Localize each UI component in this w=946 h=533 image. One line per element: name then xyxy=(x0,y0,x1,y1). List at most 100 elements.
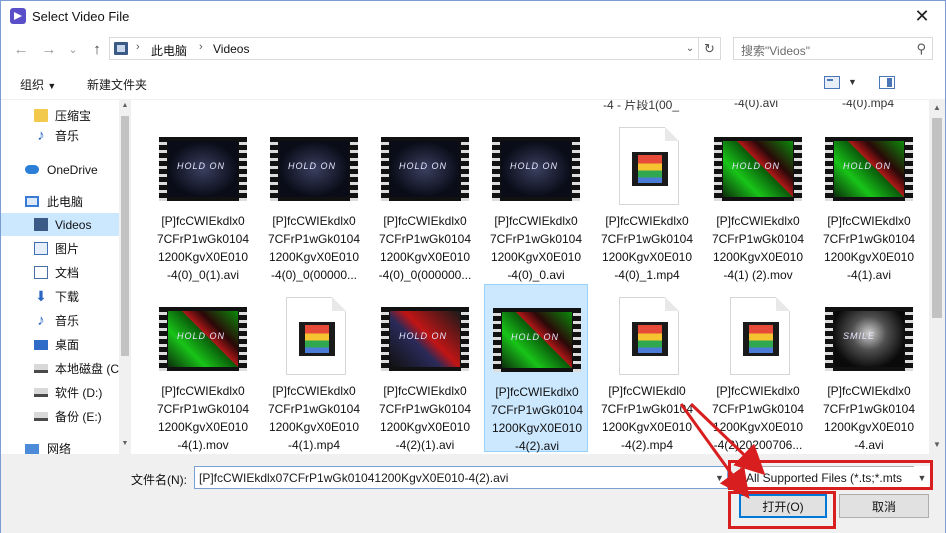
film-reel-icon xyxy=(632,152,668,186)
sidebar-scrollbar[interactable]: ▲ ▼ xyxy=(119,100,131,454)
file-name-partial[interactable]: -4(0).mp4 xyxy=(842,100,894,110)
film-sprocket xyxy=(572,137,580,201)
sidebar-item-label: 音乐 xyxy=(55,129,80,143)
forward-arrow-icon[interactable]: → xyxy=(39,39,59,59)
film-sprocket xyxy=(239,137,247,201)
file-name: [P]fcCWIEkdlx0 7CFrP1wGk0104 1200KgvX0E010… xyxy=(262,212,366,284)
file-tile[interactable]: HOLD ON [P]fcCWIEkdlx0 7CFrP1wGk0104 1200Kg… xyxy=(373,284,477,452)
scrollbar-thumb[interactable] xyxy=(121,116,129,356)
media-file-icon xyxy=(603,127,691,205)
sidebar-item[interactable]: 本地磁盘 (C xyxy=(1,357,119,380)
sidebar-item[interactable]: 文档 xyxy=(1,261,119,284)
address-bar[interactable]: › 此电脑 › Videos xyxy=(109,37,699,60)
file-list-scrollbar[interactable]: ▲ ▼ xyxy=(929,100,945,454)
sidebar-item[interactable]: 图片 xyxy=(1,237,119,260)
preview-pane-icon[interactable] xyxy=(879,76,895,89)
sidebar-item-label: 下载 xyxy=(55,290,80,304)
video-caption: HOLD ON xyxy=(177,161,226,171)
film-sprocket xyxy=(794,137,802,201)
sidebar-item-label: 图片 xyxy=(55,242,80,256)
file-name-line: 7CFrP1wGk0104 xyxy=(600,402,694,416)
video-thumbnail: HOLD ON xyxy=(492,127,580,205)
file-tile[interactable]: HOLD ON [P]fcCWIEkdlx0 7CFrP1wGk0104 1200Kg… xyxy=(484,114,588,282)
search-input[interactable]: 搜索"Videos" ⚲ xyxy=(733,37,933,60)
file-tile[interactable]: HOLD ON [P]fcCWIEkdlx0 7CFrP1wGk0104 1200Kg… xyxy=(817,114,921,282)
view-options-icon[interactable] xyxy=(824,76,840,89)
organize-label: 组织 xyxy=(20,78,45,92)
file-name-line: -4(1).avi xyxy=(846,268,891,282)
file-name-line: 7CFrP1wGk0104 xyxy=(156,232,250,246)
file-name-line: -4(0)_0(1).avi xyxy=(166,268,240,282)
scroll-up-icon[interactable]: ▲ xyxy=(119,102,131,109)
file-tile[interactable]: [P]fcCWIEkdlx0 7CFrP1wGk0104 1200KgvX0E010… xyxy=(706,284,810,452)
file-tile[interactable]: HOLD ON [P]fcCWIEkdlx0 7CFrP1wGk0104 1200Kg… xyxy=(484,284,589,454)
file-tile[interactable]: SMILE [P]fcCWIEkdlx0 7CFrP1wGk0104 1200KgvX… xyxy=(817,284,921,452)
file-name: [P]fcCWIEkdl0 7CFrP1wGk0104 1200KgvX0E010 -… xyxy=(595,382,699,454)
sidebar-item[interactable]: OneDrive xyxy=(1,158,119,181)
filename-label: 文件名(N): xyxy=(131,473,187,487)
file-name-line: 1200KgvX0E010 xyxy=(268,250,360,264)
file-tile[interactable]: HOLD ON [P]fcCWIEkdlx0 7CFrP1wGk0104 1200Kg… xyxy=(706,114,810,282)
film-sprocket xyxy=(573,308,581,372)
recent-locations-icon[interactable]: ⌄ xyxy=(63,39,83,59)
sidebar-item[interactable]: 备份 (E:) xyxy=(1,405,119,428)
new-folder-button[interactable]: 新建文件夹 xyxy=(87,76,147,93)
media-file-icon xyxy=(603,297,691,375)
file-tile[interactable]: HOLD ON [P]fcCWIEkdlx0 7CFrP1wGk0104 1200Kg… xyxy=(151,284,255,452)
scrollbar-thumb[interactable] xyxy=(932,118,942,318)
sidebar-item[interactable]: 软件 (D:) xyxy=(1,381,119,404)
file-name-line: 7CFrP1wGk0104 xyxy=(490,403,584,417)
video-thumbnail: HOLD ON xyxy=(825,127,913,205)
chevron-down-icon[interactable]: ▼ xyxy=(711,466,728,489)
sidebar-item-label: 文档 xyxy=(55,266,80,280)
breadcrumb-videos[interactable]: Videos xyxy=(213,42,249,56)
file-name-line: [P]fcCWIEkdlx0 xyxy=(716,214,800,228)
film-sprocket xyxy=(461,137,469,201)
breadcrumb-this-pc[interactable]: 此电脑 xyxy=(151,42,187,59)
file-name-partial[interactable]: -4 - 片段1(00_ xyxy=(603,100,679,113)
sidebar-item[interactable]: ♪ 音乐 xyxy=(1,124,119,147)
music-icon: ♪ xyxy=(37,312,45,329)
refresh-icon[interactable]: ↻ xyxy=(699,37,721,60)
title-bar: Select Video File ✕ xyxy=(1,1,945,32)
filename-input[interactable]: [P]fcCWIEkdlx07CFrP1wGk01041200KgvX0E010… xyxy=(194,466,728,489)
pictures-icon xyxy=(34,242,48,255)
scroll-down-icon[interactable]: ▼ xyxy=(119,440,131,447)
up-arrow-icon[interactable]: ↑ xyxy=(87,39,107,59)
sidebar-item[interactable]: ⬇ 下载 xyxy=(1,285,119,308)
sidebar-item[interactable]: ♪ 音乐 xyxy=(1,309,119,332)
scroll-up-icon[interactable]: ▲ xyxy=(929,103,945,112)
file-name-line: -4(1).mov xyxy=(177,438,229,452)
close-icon[interactable]: ✕ xyxy=(899,1,945,32)
caret-down-icon[interactable]: ▼ xyxy=(848,77,857,87)
file-tile[interactable]: [P]fcCWIEkdl0 7CFrP1wGk0104 1200KgvX0E010 -… xyxy=(595,284,699,452)
file-name: [P]fcCWIEkdlx0 7CFrP1wGk0104 1200KgvX0E010… xyxy=(706,382,810,454)
file-tile[interactable]: [P]fcCWIEkdlx0 7CFrP1wGk0104 1200KgvX0E010… xyxy=(595,114,699,282)
file-name: [P]fcCWIEkdlx0 7CFrP1wGk0104 1200KgvX0E010… xyxy=(485,383,589,454)
file-tile[interactable]: HOLD ON [P]fcCWIEkdlx0 7CFrP1wGk0104 1200Kg… xyxy=(373,114,477,282)
sidebar-item[interactable]: 桌面 xyxy=(1,333,119,356)
desktop-icon xyxy=(34,339,48,350)
file-list: -4 - 片段1(00_ -4(0).avi -4(0).mp4 HOLD ON… xyxy=(132,100,929,454)
film-reel-icon xyxy=(743,322,779,356)
film-sprocket xyxy=(270,137,278,201)
file-name: [P]fcCWIEkdlx0 7CFrP1wGk0104 1200KgvX0E010… xyxy=(373,212,477,284)
sidebar-item[interactable]: 此电脑 xyxy=(1,190,119,213)
music-icon: ♪ xyxy=(37,127,45,144)
file-name-partial[interactable]: -4(0).avi xyxy=(734,100,778,110)
cancel-button[interactable]: 取消 xyxy=(839,494,929,518)
file-tile[interactable]: [P]fcCWIEkdlx0 7CFrP1wGk0104 1200KgvX0E010… xyxy=(262,284,366,452)
organize-menu[interactable]: 组织 ▼ xyxy=(20,76,56,93)
film-sprocket xyxy=(350,137,358,201)
sidebar-item[interactable]: 网络 xyxy=(1,437,119,454)
video-caption: HOLD ON xyxy=(511,332,560,342)
file-tile[interactable]: HOLD ON [P]fcCWIEkdlx0 7CFrP1wGk0104 1200Kg… xyxy=(262,114,366,282)
sidebar-item[interactable]: Videos xyxy=(1,213,119,236)
scroll-down-icon[interactable]: ▼ xyxy=(929,440,945,449)
chevron-down-icon[interactable]: ⌄ xyxy=(681,37,699,60)
file-tile[interactable]: HOLD ON [P]fcCWIEkdlx0 7CFrP1wGk0104 1200Kg… xyxy=(151,114,255,282)
sidebar-item-label: 软件 (D:) xyxy=(55,386,103,400)
folder-icon xyxy=(34,109,48,122)
file-name-line: -4(2).mp4 xyxy=(620,438,673,452)
back-arrow-icon[interactable]: ← xyxy=(11,39,31,59)
